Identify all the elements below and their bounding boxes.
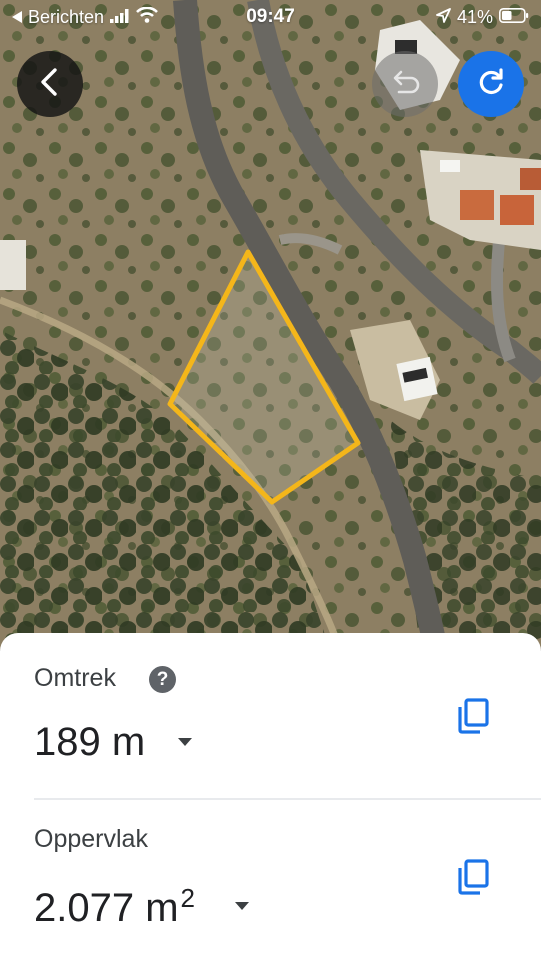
area-unit-superscript: 2 (180, 883, 195, 913)
redo-button[interactable] (458, 51, 524, 117)
perimeter-value: 189 m (34, 720, 146, 764)
chevron-left-icon (37, 67, 63, 102)
copy-perimeter-button[interactable] (451, 696, 495, 740)
area-value: 2.077 m2 (34, 883, 195, 931)
redo-icon (475, 66, 507, 103)
copy-icon (456, 697, 490, 739)
battery-percent: 41% (456, 7, 493, 27)
copy-icon (456, 858, 490, 900)
copy-area-button[interactable] (451, 857, 495, 901)
undo-icon (389, 68, 421, 101)
area-unit-dropdown[interactable] (227, 891, 257, 921)
perimeter-label: Omtrek (34, 664, 116, 692)
roof-white (440, 160, 460, 172)
divider (34, 798, 541, 800)
perimeter-unit-dropdown[interactable] (170, 727, 200, 757)
area-label: Oppervlak (34, 825, 148, 853)
dropdown-arrow-icon (235, 897, 249, 915)
house-left (0, 240, 26, 290)
undo-button[interactable] (372, 51, 438, 117)
location-arrow-icon (436, 7, 451, 28)
dropdown-arrow-icon (178, 733, 192, 751)
roof-orange (460, 190, 494, 220)
roof-orange-2 (500, 195, 534, 225)
roof-orange-3 (520, 168, 541, 190)
battery-icon (499, 7, 529, 28)
back-button[interactable] (17, 51, 83, 117)
status-bar: Berichten 09:47 41% (0, 0, 541, 36)
satellite-map[interactable] (0, 0, 541, 650)
area-value-number: 2.077 m (34, 886, 179, 930)
help-icon[interactable]: ? (149, 666, 176, 693)
